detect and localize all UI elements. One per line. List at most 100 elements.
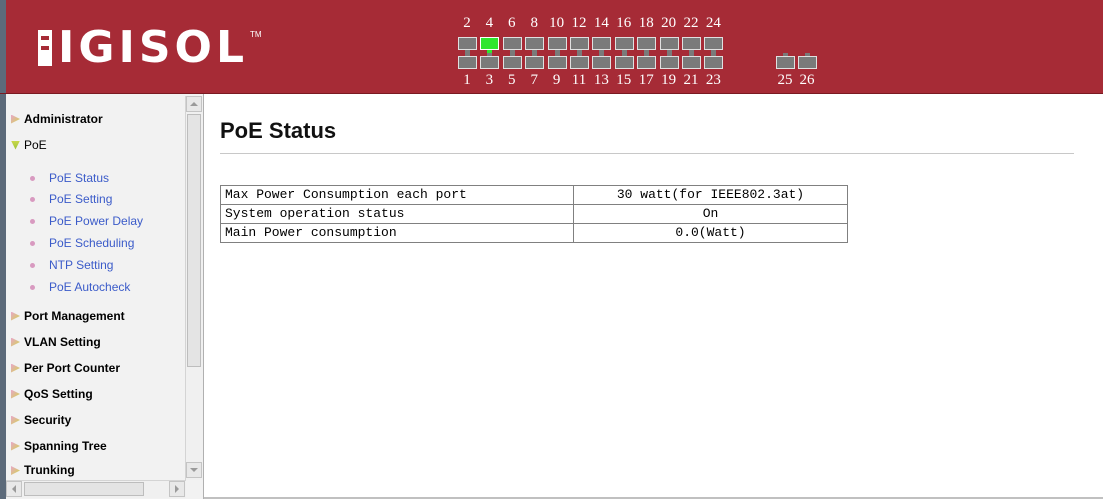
scroll-down-button[interactable] [186, 462, 202, 478]
bullet-icon [30, 284, 35, 290]
port-9-icon[interactable] [547, 53, 567, 69]
menu-item-label: Trunking [24, 463, 75, 477]
submenu-label: PoE Autocheck [49, 280, 131, 294]
menu-item-label: QoS Setting [24, 387, 93, 401]
row-value: On [573, 204, 848, 224]
scroll-right-button[interactable] [169, 481, 185, 497]
menu-arrow-icon [11, 389, 20, 399]
port-22-icon[interactable] [682, 37, 701, 53]
menu-item-per-port-counter[interactable]: Per Port Counter [11, 360, 120, 376]
port-4-icon[interactable] [480, 37, 500, 53]
poe-status-table: Max Power Consumption each port 30 watt(… [220, 185, 848, 243]
menu-item-administrator[interactable]: Administrator [11, 111, 103, 127]
port-1-icon[interactable] [458, 53, 477, 69]
submenu-ntp-setting[interactable]: NTP Setting [30, 257, 113, 273]
arrow-down-icon [190, 468, 198, 472]
scroll-left-button[interactable] [6, 481, 22, 497]
frame-edge [0, 0, 6, 93]
port-17-icon[interactable] [637, 53, 657, 69]
port-5-icon[interactable] [502, 53, 522, 69]
sidebar: Administrator PoE PoE Status PoE Setting… [0, 94, 204, 499]
row-label: Main Power consumption [220, 223, 574, 243]
bullet-icon [30, 175, 35, 181]
menu-item-poe[interactable]: PoE [11, 137, 47, 153]
row-label: System operation status [220, 204, 574, 224]
submenu-poe-setting[interactable]: PoE Setting [30, 191, 112, 207]
menu-arrow-icon [11, 114, 20, 124]
menu-item-qos-setting[interactable]: QoS Setting [11, 386, 93, 402]
submenu-label: PoE Power Delay [49, 214, 144, 228]
menu-arrow-open-icon [11, 140, 20, 150]
table-row: Main Power consumption 0.0(Watt) [220, 223, 848, 243]
scroll-thumb[interactable] [24, 482, 144, 496]
submenu-poe-status[interactable]: PoE Status [30, 170, 109, 186]
port-14-icon[interactable] [592, 37, 612, 53]
port-18-icon[interactable] [637, 37, 657, 53]
bullet-icon [30, 218, 35, 224]
port-3-icon[interactable] [480, 53, 500, 69]
header-banner: IGISOL TM 2 4 6 8 10 12 14 16 18 20 22 24 1 3 5 7 9 11 13 1… [0, 0, 1103, 94]
logo-trademark: TM [250, 29, 262, 39]
main-content: PoE Status Max Power Consumption each po… [204, 94, 1103, 499]
submenu-label: NTP Setting [49, 258, 114, 272]
row-label: Max Power Consumption each port [220, 185, 574, 205]
menu-item-label: Per Port Counter [24, 361, 121, 375]
menu-arrow-icon [11, 466, 20, 475]
port-11-icon[interactable] [570, 53, 589, 69]
sidebar-vertical-scrollbar[interactable] [185, 96, 203, 480]
frame-edge [0, 94, 6, 499]
page-title: PoE Status [220, 118, 337, 143]
row-value: 0.0(Watt) [573, 223, 848, 243]
arrow-left-icon [12, 485, 16, 493]
menu-arrow-icon [11, 337, 20, 347]
menu-item-trunking[interactable]: Trunking [11, 463, 75, 477]
sidebar-horizontal-scrollbar[interactable] [6, 480, 186, 498]
bullet-icon [30, 262, 35, 268]
title-divider [220, 153, 1074, 154]
bullet-icon [30, 240, 35, 246]
scroll-thumb[interactable] [187, 114, 201, 367]
port-7-icon[interactable] [525, 53, 545, 69]
port-13-icon[interactable] [592, 53, 612, 69]
submenu-poe-scheduling[interactable]: PoE Scheduling [30, 235, 134, 251]
arrow-right-icon [175, 485, 179, 493]
port-24-icon[interactable] [704, 37, 724, 53]
menu-item-port-management[interactable]: Port Management [11, 308, 125, 324]
port-16-icon[interactable] [614, 37, 634, 53]
port-19-icon[interactable] [659, 53, 679, 69]
port-number-label: 26 [799, 72, 815, 88]
menu-arrow-icon [11, 415, 20, 425]
table-row: Max Power Consumption each port 30 watt(… [220, 185, 848, 205]
port-10-icon[interactable] [547, 37, 567, 53]
menu-item-label: Security [24, 413, 72, 427]
menu-item-label: Spanning Tree [24, 439, 107, 453]
port-2-icon[interactable] [458, 37, 477, 53]
submenu-poe-autocheck[interactable]: PoE Autocheck [30, 279, 130, 295]
port-6-icon[interactable] [502, 37, 522, 53]
port-12-icon[interactable] [570, 37, 589, 53]
port-8-icon[interactable] [525, 37, 545, 53]
menu-arrow-icon [11, 363, 20, 373]
menu-item-label: Administrator [24, 112, 103, 126]
bullet-icon [30, 196, 35, 202]
menu-arrow-icon [11, 441, 20, 451]
port-15-icon[interactable] [614, 53, 634, 69]
menu-item-label: VLAN Setting [24, 335, 101, 349]
port-26-icon[interactable] [798, 53, 817, 69]
submenu-label: PoE Status [49, 171, 110, 185]
menu-item-vlan-setting[interactable]: VLAN Setting [11, 334, 101, 350]
table-row: System operation status On [220, 204, 848, 224]
logo-mark-icon [38, 30, 52, 66]
submenu-poe-power-delay[interactable]: PoE Power Delay [30, 213, 143, 229]
port-23-icon[interactable] [704, 53, 724, 69]
menu-arrow-icon [11, 311, 20, 321]
port-20-icon[interactable] [659, 37, 679, 53]
port-21-icon[interactable] [682, 53, 701, 69]
scroll-up-button[interactable] [186, 96, 202, 112]
row-value: 30 watt(for IEEE802.3at) [573, 185, 848, 205]
logo-text: IGISOL [58, 22, 248, 73]
port-25-icon[interactable] [776, 53, 795, 69]
arrow-up-icon [190, 102, 198, 106]
menu-item-security[interactable]: Security [11, 412, 71, 428]
menu-item-spanning-tree[interactable]: Spanning Tree [11, 438, 107, 454]
